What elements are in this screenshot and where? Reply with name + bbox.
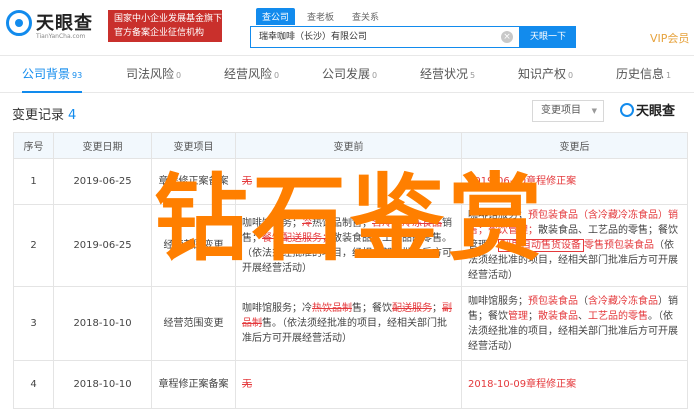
text: 售；餐饮	[352, 303, 392, 314]
search-tab-boss[interactable]: 查老板	[301, 8, 340, 25]
tab-label: 知识产权	[518, 67, 567, 81]
tab-count: 0	[176, 71, 182, 80]
header-after: 变更后	[461, 132, 688, 159]
removed-text: 制	[252, 318, 262, 329]
added-text: 管理	[508, 310, 528, 322]
tab-count: 0	[274, 71, 280, 80]
company-nav-tabs: 公司背景 93 司法风险 0 经营风险 0 公司发展 0 经营状况 5 知识产权 0 历史信…	[0, 57, 694, 93]
added-text: 含冷藏冷冻食品	[588, 295, 658, 307]
tab-count: 0	[372, 71, 378, 80]
badge-line-2: 官方备案企业征信机构	[114, 28, 205, 38]
cell-before: 无	[235, 360, 462, 409]
removed-text: 制	[342, 303, 352, 314]
search-tab-company[interactable]: 查公司	[256, 8, 296, 25]
section-count: 4	[68, 108, 77, 123]
tab-label: 经营状况	[420, 67, 469, 81]
section-title-text: 变更记录	[12, 108, 65, 123]
tab-count: 5	[470, 71, 476, 80]
tab-count: 0	[568, 71, 574, 80]
cell-before: 咖啡馆服务；冷热饮品制售；餐饮配送服务；副品制售。（依法须经批准的项目，经相关部…	[235, 286, 462, 361]
added-text: 零售预包装食品	[584, 240, 654, 251]
cell-index: 2	[13, 204, 54, 287]
cell-index: 4	[13, 360, 54, 409]
cell-index: 1	[13, 158, 54, 205]
logo-subtext: TianYanCha.com	[36, 33, 86, 40]
text: ；	[432, 303, 442, 314]
table-row: 3 2018-10-10 经营范围变更 咖啡馆服务；冷热饮品制售；餐饮配送服务；…	[13, 286, 688, 361]
brand-mark: 天眼查	[620, 100, 675, 119]
cell-date: 2018-10-10	[53, 360, 152, 409]
added-text: 2018-10-09章程修正案	[468, 379, 577, 390]
cell-item: 经营范围变更	[151, 286, 236, 361]
text: 咖啡馆服务；	[468, 295, 528, 307]
added-text: 散装食品	[538, 310, 578, 322]
header-item: 变更项目	[151, 132, 236, 159]
tab-label: 公司背景	[22, 67, 71, 81]
eye-logo-icon	[6, 10, 32, 36]
filter-label: 变更项目	[541, 105, 581, 116]
text: 咖啡馆服务；冷	[242, 303, 312, 314]
chevron-down-icon: ▼	[591, 107, 597, 115]
cell-item: 章程修正案备案	[151, 360, 236, 409]
logo-text: 天眼查	[36, 13, 93, 34]
header-before: 变更前	[235, 132, 462, 159]
clear-icon[interactable]: ×	[501, 31, 513, 43]
tab-history[interactable]: 历史信息 1	[616, 57, 671, 93]
search-button[interactable]: 天眼一下	[520, 26, 576, 48]
text: ）	[658, 295, 668, 307]
cell-index: 3	[13, 286, 54, 361]
tab-company-development[interactable]: 公司发展 0	[322, 57, 377, 93]
table-row: 4 2018-10-10 章程修正案备案 无 2018-10-09章程修正案	[13, 360, 688, 409]
text: （	[578, 295, 588, 307]
table-header-row: 序号 变更日期 变更项目 变更前 变更后	[13, 132, 688, 159]
tab-count: 93	[72, 71, 83, 80]
section-title: 变更记录 4	[12, 104, 76, 123]
search-input[interactable]: 瑞幸咖啡（长沙）有限公司 ×	[250, 26, 520, 48]
removed-text: 热饮品	[312, 303, 342, 314]
header-index: 序号	[13, 132, 54, 159]
top-header: 天眼查 TianYanCha.com 国家中小企业发展基金旗下 官方备案企业征信…	[0, 0, 694, 56]
change-item-filter[interactable]: 变更项目 ▼	[532, 100, 604, 122]
removed-text: 无	[242, 379, 252, 390]
tab-count: 1	[666, 71, 672, 80]
eye-logo-icon	[620, 102, 634, 117]
tab-label: 公司发展	[322, 67, 371, 81]
tab-business-risk[interactable]: 经营风险 0	[224, 57, 279, 93]
tab-label: 司法风险	[126, 67, 175, 81]
text: 、	[578, 310, 588, 322]
cell-date: 2018-10-10	[53, 286, 152, 361]
tab-label: 经营风险	[224, 67, 273, 81]
text: ；	[528, 310, 538, 322]
added-text: 预包装食品	[528, 295, 578, 307]
cell-after: 咖啡馆服务；预包装食品（含冷藏冷冻食品）销售；餐饮管理；散装食品、工艺品的零售。…	[461, 286, 688, 361]
official-badge: 国家中小企业发展基金旗下 官方备案企业征信机构	[108, 10, 222, 42]
header-date: 变更日期	[53, 132, 152, 159]
watermark-overlay: 钻石鉴赏	[153, 165, 546, 274]
search-input-value: 瑞幸咖啡（长沙）有限公司	[259, 32, 368, 42]
tianyancha-logo[interactable]: 天眼查 TianYanCha.com	[6, 8, 106, 44]
brand-text: 天眼查	[636, 104, 676, 119]
tab-judicial-risk[interactable]: 司法风险 0	[126, 57, 181, 93]
added-text: 工艺品的零售	[588, 310, 648, 322]
removed-text: 配送服务	[392, 303, 432, 314]
vip-link[interactable]: VIP会员	[650, 30, 689, 46]
tab-label: 历史信息	[616, 67, 665, 81]
tab-company-background[interactable]: 公司背景 93	[22, 57, 83, 93]
tab-operating-status[interactable]: 经营状况 5	[420, 57, 475, 93]
search-tab-relation[interactable]: 查关系	[346, 8, 385, 25]
text: 售。（依法须经批准的项目，经相关部门批准后方可开展经营活动）	[242, 318, 447, 344]
tab-intellectual-property[interactable]: 知识产权 0	[518, 57, 573, 93]
cell-after: 2018-10-09章程修正案	[461, 360, 688, 409]
search-type-tabs: 查公司 查老板 查关系	[256, 8, 385, 25]
badge-line-1: 国家中小企业发展基金旗下	[114, 14, 223, 24]
